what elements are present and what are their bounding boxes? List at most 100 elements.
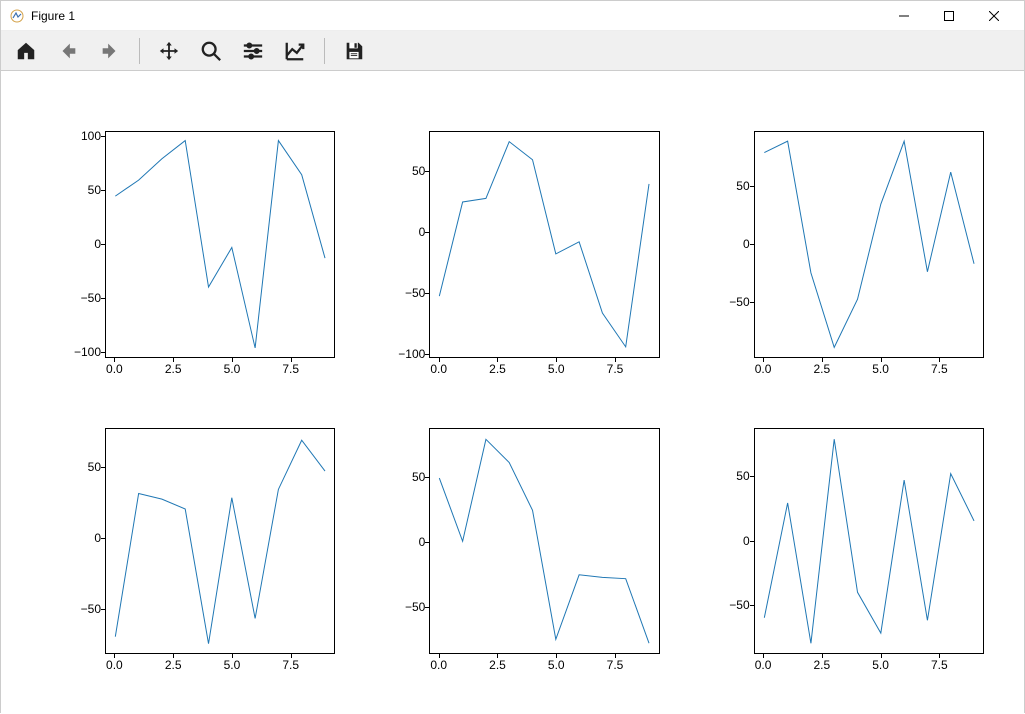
- x-tick-mark: [114, 358, 115, 362]
- y-tick-mark: [101, 298, 105, 299]
- toolbar: [1, 31, 1024, 71]
- x-tick-label: 7.5: [931, 658, 948, 672]
- x-tick-label: 2.5: [813, 362, 830, 376]
- x-tick-label: 2.5: [489, 658, 506, 672]
- x-tick-label: 5.0: [548, 658, 565, 672]
- y-tick-mark: [101, 467, 105, 468]
- y-tick-label: −50: [405, 600, 425, 614]
- y-tick-label: 50: [736, 469, 749, 483]
- x-tick-label: 0.0: [430, 362, 447, 376]
- y-tick-mark: [750, 605, 754, 606]
- x-tick-mark: [939, 654, 940, 658]
- y-tick-label: −50: [81, 602, 101, 616]
- plot-box[interactable]: [429, 428, 659, 655]
- x-tick-label: 0.0: [755, 362, 772, 376]
- x-tick-mark: [939, 358, 940, 362]
- y-tick-label: −100: [74, 345, 101, 359]
- y-tick-label: 0: [94, 531, 101, 545]
- x-tick-label: 2.5: [813, 658, 830, 672]
- subplot-2[interactable]: −500500.02.55.07.5: [710, 131, 984, 388]
- x-tick-mark: [822, 358, 823, 362]
- y-tick-label: 0: [743, 237, 750, 251]
- y-tick-mark: [101, 538, 105, 539]
- x-tick-label: 5.0: [872, 658, 889, 672]
- close-button[interactable]: [971, 1, 1016, 31]
- maximize-button[interactable]: [926, 1, 971, 31]
- plot-box[interactable]: [105, 131, 335, 358]
- x-tick-label: 7.5: [931, 362, 948, 376]
- home-button[interactable]: [13, 38, 39, 64]
- x-tick-mark: [615, 654, 616, 658]
- x-tick-label: 2.5: [165, 658, 182, 672]
- plot-box[interactable]: [429, 131, 659, 358]
- forward-button[interactable]: [97, 38, 123, 64]
- y-tick-mark: [425, 293, 429, 294]
- y-tick-label: 0: [419, 225, 426, 239]
- y-tick-mark: [425, 477, 429, 478]
- x-tick-mark: [497, 358, 498, 362]
- x-tick-label: 7.5: [282, 362, 299, 376]
- zoom-button[interactable]: [198, 38, 224, 64]
- x-tick-label: 0.0: [106, 658, 123, 672]
- x-tick-mark: [173, 654, 174, 658]
- y-tick-label: −50: [81, 291, 101, 305]
- y-tick-label: −50: [729, 598, 749, 612]
- x-tick-label: 0.0: [106, 362, 123, 376]
- y-tick-label: 50: [412, 164, 425, 178]
- x-tick-mark: [114, 654, 115, 658]
- y-tick-mark: [750, 186, 754, 187]
- x-tick-mark: [822, 654, 823, 658]
- subplot-5[interactable]: −50 0 50 0.0 2.5 5.0 7.5: [710, 428, 984, 685]
- x-tick-mark: [497, 654, 498, 658]
- figure-area[interactable]: −100−500501000.02.55.07.5 −100−500500.02…: [1, 71, 1024, 714]
- subplot-0[interactable]: −100−500501000.02.55.07.5: [61, 131, 335, 388]
- x-tick-mark: [881, 654, 882, 658]
- plot-box[interactable]: [105, 428, 335, 655]
- separator: [139, 38, 140, 64]
- y-tick-label: −50: [729, 295, 749, 309]
- x-tick-label: 2.5: [165, 362, 182, 376]
- subplot-3[interactable]: −500500.02.55.07.5: [61, 428, 335, 685]
- y-tick-mark: [101, 136, 105, 137]
- minimize-button[interactable]: [881, 1, 926, 31]
- subplot-grid: −100−500501000.02.55.07.5 −100−500500.02…: [61, 131, 984, 684]
- y-tick-mark: [101, 190, 105, 191]
- x-tick-label: 2.5: [489, 362, 506, 376]
- x-tick-label: 0.0: [755, 658, 772, 672]
- x-tick-mark: [232, 358, 233, 362]
- plot-box[interactable]: [754, 428, 984, 655]
- y-tick-mark: [425, 171, 429, 172]
- subplot-4[interactable]: −500500.02.55.07.5: [385, 428, 659, 685]
- x-tick-mark: [173, 358, 174, 362]
- y-tick-mark: [101, 609, 105, 610]
- back-button[interactable]: [55, 38, 81, 64]
- pan-button[interactable]: [156, 38, 182, 64]
- edit-axis-button[interactable]: [282, 38, 308, 64]
- app-icon: [9, 8, 25, 24]
- y-tick-label: 0: [743, 534, 750, 548]
- configure-subplots-button[interactable]: [240, 38, 266, 64]
- y-tick-label: 0: [94, 237, 101, 251]
- y-tick-mark: [425, 542, 429, 543]
- separator: [324, 38, 325, 64]
- y-tick-label: 50: [88, 460, 101, 474]
- x-tick-label: 5.0: [548, 362, 565, 376]
- y-tick-label: −50: [405, 286, 425, 300]
- y-tick-mark: [750, 244, 754, 245]
- y-tick-label: 50: [88, 183, 101, 197]
- x-tick-label: 7.5: [607, 362, 624, 376]
- x-tick-label: 5.0: [872, 362, 889, 376]
- y-tick-mark: [750, 302, 754, 303]
- x-tick-mark: [232, 654, 233, 658]
- plot-box[interactable]: [754, 131, 984, 358]
- x-tick-label: 7.5: [607, 658, 624, 672]
- x-tick-mark: [763, 654, 764, 658]
- x-tick-mark: [881, 358, 882, 362]
- titlebar: Figure 1: [1, 1, 1024, 31]
- save-button[interactable]: [341, 38, 367, 64]
- y-tick-mark: [750, 541, 754, 542]
- y-tick-mark: [101, 244, 105, 245]
- subplot-1[interactable]: −100−500500.02.55.07.5: [385, 131, 659, 388]
- x-tick-label: 5.0: [224, 362, 241, 376]
- x-tick-mark: [615, 358, 616, 362]
